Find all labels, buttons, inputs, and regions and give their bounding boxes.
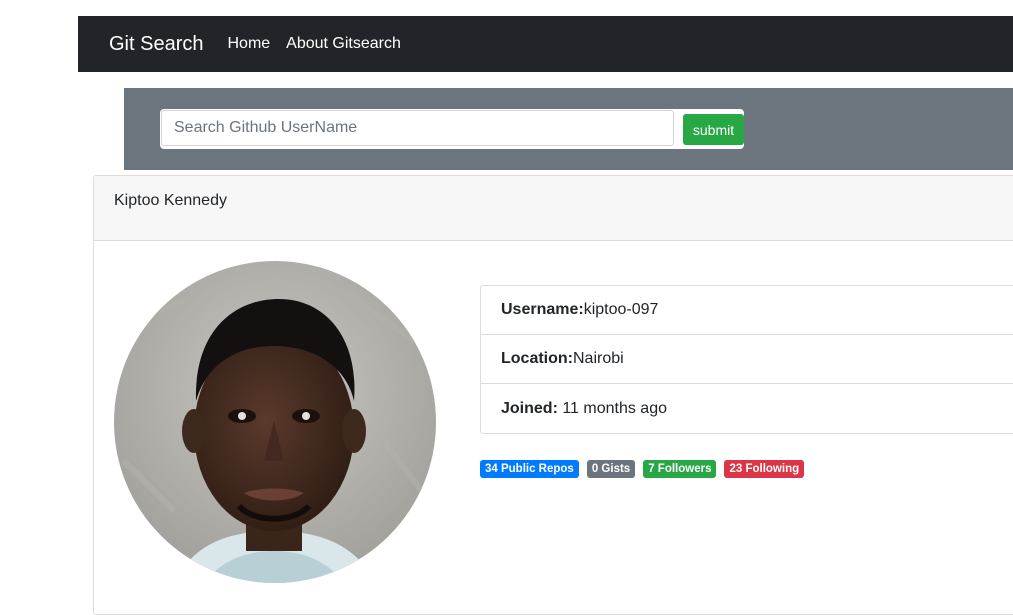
search-input[interactable] bbox=[161, 110, 674, 146]
following-badge: 23 Following bbox=[724, 460, 805, 478]
joined-value: 11 months ago bbox=[557, 399, 667, 417]
location-label: Location: bbox=[501, 350, 573, 367]
top-navbar: Git Search Home About Gitsearch bbox=[78, 16, 1013, 72]
location-row: Location: Nairobi bbox=[481, 335, 1013, 384]
avatar-photo bbox=[114, 261, 436, 583]
username-label: Username: bbox=[501, 301, 584, 318]
nav-link-home[interactable]: Home bbox=[227, 35, 270, 53]
profile-card: Kiptoo Kennedy Username: kiptoo-097 Loca… bbox=[93, 175, 1013, 615]
username-row: Username: kiptoo-097 bbox=[481, 286, 1013, 335]
profile-details-list: Username: kiptoo-097 Location: Nairobi Joi… bbox=[480, 285, 1013, 434]
avatar bbox=[114, 261, 436, 583]
search-form: submit bbox=[160, 109, 744, 149]
public-repos-badge: 34 Public Repos bbox=[480, 460, 579, 478]
location-value: Nairobi bbox=[573, 350, 624, 367]
joined-row: Joined: 11 months ago bbox=[481, 384, 1013, 433]
username-value: kiptoo-097 bbox=[583, 301, 659, 318]
submit-button[interactable]: submit bbox=[683, 114, 744, 145]
gists-badge: 0 Gists bbox=[586, 460, 636, 478]
search-section: submit bbox=[124, 88, 1013, 170]
profile-name: Kiptoo Kennedy bbox=[94, 176, 1013, 241]
nav-link-about[interactable]: About Gitsearch bbox=[286, 35, 401, 53]
followers-badge: 7 Followers bbox=[643, 460, 717, 478]
brand-title[interactable]: Git Search bbox=[109, 33, 203, 56]
stats-badges: 34 Public Repos 0 Gists 7 Followers 23 F… bbox=[480, 460, 805, 478]
joined-label: Joined: bbox=[501, 399, 558, 417]
